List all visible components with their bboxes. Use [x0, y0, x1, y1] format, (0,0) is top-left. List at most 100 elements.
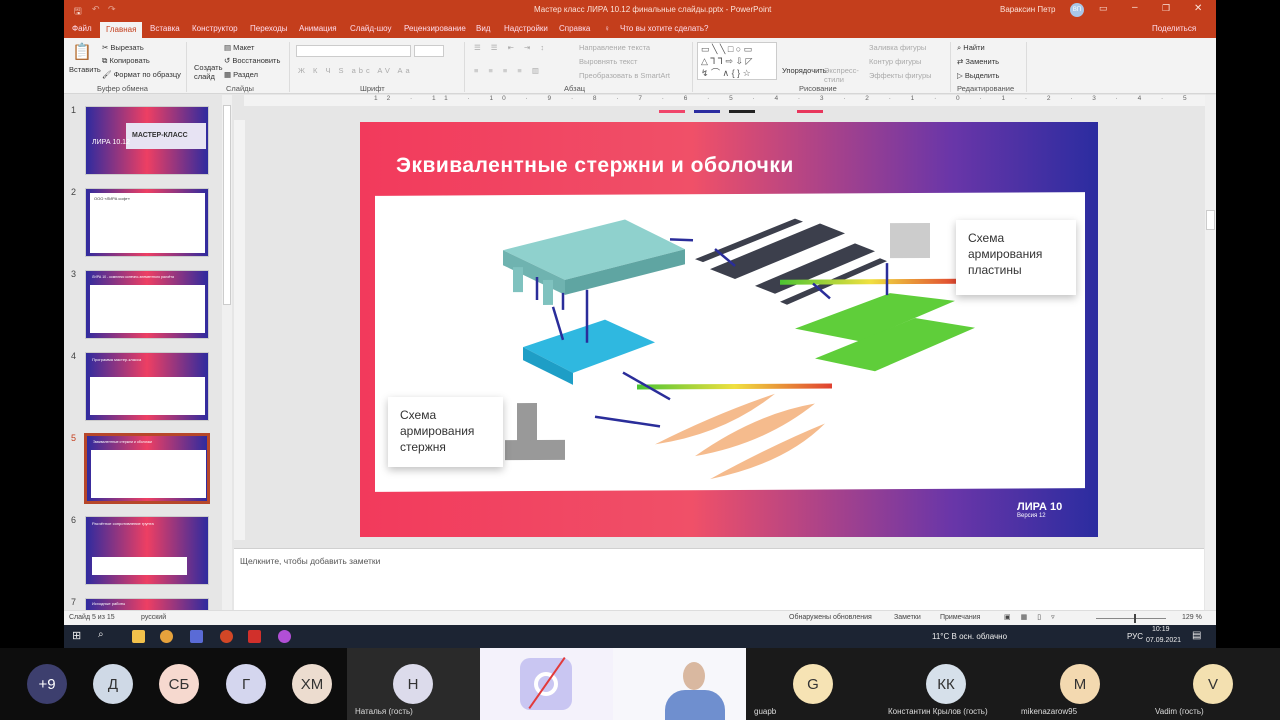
font-name-select[interactable]	[296, 45, 411, 57]
ribbon-display-icon[interactable]: ▭	[1099, 3, 1108, 14]
tab-home[interactable]: Главная	[100, 22, 143, 38]
tab-addins[interactable]: Надстройки	[504, 24, 548, 33]
updates-button[interactable]: Обнаружены обновления	[789, 614, 872, 621]
participant-tile[interactable]: Н Наталья (гость)	[347, 648, 480, 720]
participant-avatar[interactable]: Д	[93, 664, 133, 704]
notes-input[interactable]: Щелкните, чтобы добавить заметки	[234, 548, 1204, 610]
slide-title[interactable]: Эквивалентные стержни и оболочки	[396, 154, 794, 178]
list-buttons[interactable]: ☰ ☰ ⇤ ⇥ ↕	[474, 43, 548, 52]
thumb-number: 7	[71, 597, 77, 607]
tab-view[interactable]: Вид	[476, 24, 490, 33]
slide-scrollbar[interactable]	[1205, 95, 1216, 610]
align-text-button[interactable]: Выровнять текст	[579, 57, 637, 66]
tell-me-search[interactable]: Что вы хотите сделать?	[620, 24, 708, 33]
layout-button[interactable]: ▤ Макет	[224, 43, 254, 52]
tab-review[interactable]: Рецензирование	[404, 24, 466, 33]
clock-date[interactable]: 07.09.2021	[1146, 637, 1181, 644]
shape-effects-button[interactable]: Эффекты фигуры	[869, 71, 932, 80]
tab-transitions[interactable]: Переходы	[250, 24, 288, 33]
zoom-slider[interactable]	[1096, 614, 1166, 623]
windows-start-icon[interactable]: ⊞	[72, 629, 81, 642]
maximize-button[interactable]: ❐	[1162, 3, 1170, 14]
slide-thumbnail-4[interactable]: Программа мастер-класса	[85, 352, 209, 421]
slide-thumbnail-3[interactable]: ЛИРА 10 - комплекс конечно-элементного р…	[85, 270, 209, 339]
thumb-number: 6	[71, 515, 77, 525]
participant-tile[interactable]: M mikenazarow95	[1013, 648, 1147, 720]
notifications-icon[interactable]: ▤	[1192, 630, 1201, 641]
weather-widget[interactable]: 11°C В осн. облачно	[932, 632, 1007, 641]
paste-icon[interactable]: 📋	[72, 42, 92, 62]
chrome-icon[interactable]	[160, 630, 173, 643]
participant-tile[interactable]: V Vadim (гость)	[1147, 648, 1280, 720]
minimize-button[interactable]: –	[1132, 2, 1138, 13]
section-button[interactable]: ▦ Раздел	[224, 70, 258, 79]
slide-thumbnail-2[interactable]: ООО «ЛИРА софт»	[85, 188, 209, 257]
participant-name: guapb	[754, 707, 777, 716]
cut-button[interactable]: ✂ Вырезать	[102, 43, 144, 52]
paste-button[interactable]: Вставить	[69, 65, 101, 74]
participant-avatar[interactable]: ХМ	[292, 664, 332, 704]
quick-styles-button[interactable]: Экспресс-стили	[824, 66, 859, 84]
select-button[interactable]: ▷ Выделить	[957, 71, 999, 80]
speaker-face	[683, 662, 705, 690]
paragraph-group-label: Абзац	[564, 84, 586, 93]
file-explorer-icon[interactable]	[132, 630, 145, 643]
tab-file[interactable]: Файл	[72, 24, 92, 33]
speaker-video-tile[interactable]	[613, 648, 746, 720]
camera-off-tile[interactable]	[480, 648, 613, 720]
clock-time[interactable]: 10:19	[1152, 626, 1170, 633]
participant-name: mikenazarow95	[1021, 707, 1078, 716]
participant-tile[interactable]: КК Константин Крылов (гость)	[880, 648, 1013, 720]
redo-icon[interactable]: ↷	[108, 4, 116, 15]
slide-thumbnail-1[interactable]: МАСТЕР-КЛАСС ЛИРА 10.12	[85, 106, 209, 175]
participant-avatar[interactable]: +9	[27, 664, 67, 704]
thumbnails-scrollbar[interactable]	[222, 95, 232, 610]
slide-thumbnail-5[interactable]: Эквивалентные стержни и оболочки	[84, 433, 210, 504]
tab-slideshow[interactable]: Слайд-шоу	[350, 24, 391, 33]
tab-animations[interactable]: Анимация	[299, 24, 337, 33]
shapes-gallery[interactable]: ▭ ╲ ╲ □ ○ ▭ △ ⅂ ⅂ ⇨ ⇩ ◸ ↯ ⌒ ∧ { } ☆	[697, 42, 777, 80]
slide-thumbnail-6[interactable]: Расчётное сопротивление грунта	[85, 516, 209, 585]
input-language[interactable]: РУС	[1127, 632, 1143, 641]
powerpoint-icon[interactable]	[220, 630, 233, 643]
save-icon[interactable]: 🖫	[74, 4, 82, 20]
search-icon[interactable]: ⌕	[98, 629, 104, 640]
tab-insert[interactable]: Вставка	[150, 24, 180, 33]
notes-button[interactable]: Заметки	[894, 614, 921, 621]
slide-canvas[interactable]: Эквивалентные стержни и оболочки Схема а…	[360, 122, 1098, 537]
reset-button[interactable]: ↺ Восстановить	[224, 56, 280, 65]
arrange-button[interactable]: Упорядочить	[782, 66, 827, 75]
shape-outline-button[interactable]: Контур фигуры	[869, 57, 921, 66]
app-icon[interactable]	[278, 630, 291, 643]
close-button[interactable]: ✕	[1194, 3, 1202, 14]
share-button[interactable]: Поделиться	[1152, 24, 1196, 33]
participant-avatar[interactable]: Г	[226, 664, 266, 704]
view-buttons[interactable]: ▣▦▯▿	[1004, 613, 1065, 621]
participant-avatar[interactable]: СБ	[159, 664, 199, 704]
replace-button[interactable]: ⇄ Заменить	[957, 57, 999, 66]
shape-fill-button[interactable]: Заливка фигуры	[869, 43, 926, 52]
copy-button[interactable]: ⧉ Копировать	[102, 56, 150, 66]
smartart-button[interactable]: Преобразовать в SmartArt	[579, 71, 670, 80]
font-style-buttons[interactable]: Ж К Ч S abc AV Aa	[298, 66, 413, 75]
cube-icon	[890, 222, 930, 259]
slide-thumbnail-7[interactable]: Исходные работы	[85, 598, 209, 610]
user-avatar[interactable]: ВП	[1070, 3, 1084, 17]
font-size-select[interactable]	[414, 45, 444, 57]
version-label: Версия 12	[1017, 513, 1046, 519]
format-painter-button[interactable]: 🖌 Формат по образцу	[102, 70, 181, 79]
tab-help[interactable]: Справка	[559, 24, 590, 33]
participant-tile[interactable]: G guapb	[746, 648, 880, 720]
teams-icon[interactable]	[190, 630, 203, 643]
undo-icon[interactable]: ↶	[92, 4, 100, 15]
comments-button[interactable]: Примечания	[940, 614, 980, 621]
align-buttons[interactable]: ≡ ≡ ≡ ≡ ▥	[474, 66, 543, 75]
find-button[interactable]: ⌕ Найти	[957, 43, 985, 53]
tab-design[interactable]: Конструктор	[192, 24, 238, 33]
text-direction-button[interactable]: Направление текста	[579, 43, 650, 52]
zoom-level[interactable]: 129 %	[1182, 614, 1202, 621]
language-indicator[interactable]: русский	[141, 614, 166, 621]
thumb-number: 4	[71, 351, 77, 361]
new-slide-button[interactable]: Создать слайд	[194, 63, 224, 81]
acrobat-icon[interactable]	[248, 630, 261, 643]
